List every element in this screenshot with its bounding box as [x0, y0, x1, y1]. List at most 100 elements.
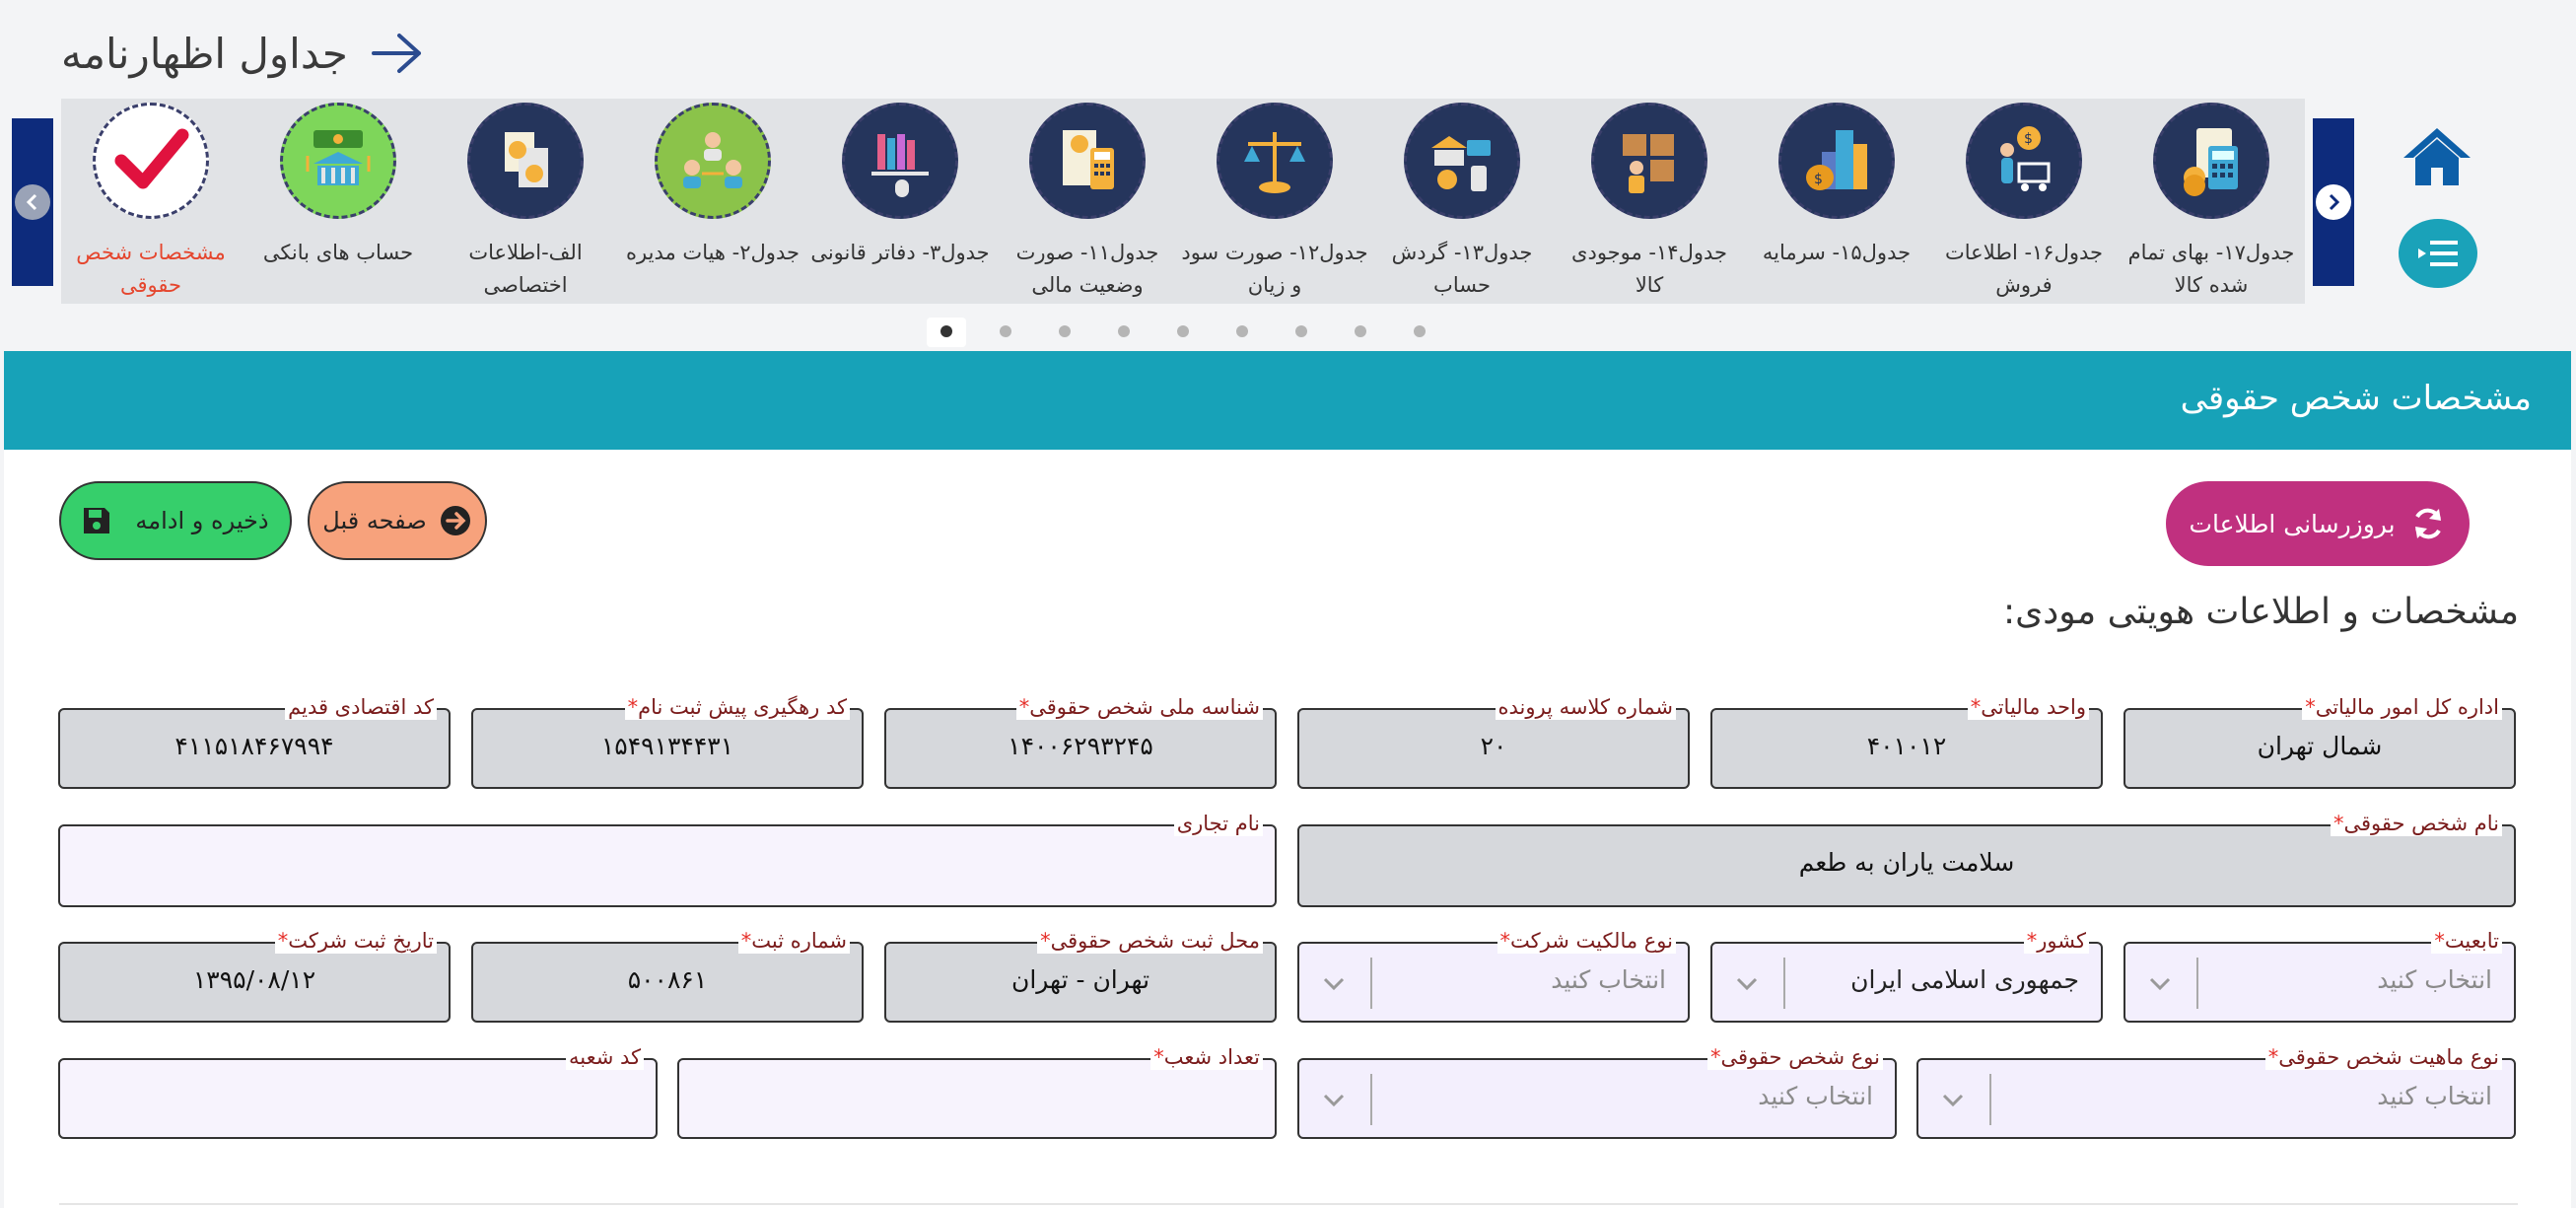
registration-date-label: تاریخ ثبت شرکت — [288, 929, 434, 953]
ownership-type-placeholder: انتخاب کنید — [1551, 965, 1666, 994]
page-dot[interactable] — [1177, 325, 1189, 337]
money-bag-building-icon: $ — [1778, 103, 1895, 219]
registration-date-field[interactable]: تاریخ ثبت شرکت* ۱۳۹۵/۰۸/۱۲ — [58, 928, 451, 1023]
entity-type-select[interactable]: نوع شخص حقوقی* انتخاب کنید — [1297, 1044, 1897, 1139]
tax-unit-field[interactable]: واحد مالیاتی* ۴۰۱۰۱۲ — [1710, 694, 2103, 789]
calculator-money-icon — [2153, 103, 2269, 219]
step-table-16[interactable]: $ جدول۱۶- اطلاعات فروش — [1930, 99, 2118, 304]
national-id-field[interactable]: شناسه ملی شخص حقوقی* ۱۴۰۰۶۲۹۳۲۴۵ — [884, 694, 1277, 789]
step-label: جدول۱۶- اطلاعات فروش — [1945, 241, 2103, 297]
country-value: جمهوری اسلامی ایران — [1850, 965, 2079, 994]
step-table-11[interactable]: جدول۱۱- صورت وضعیت مالی — [994, 99, 1181, 304]
trade-name-label: نام تجاری — [1176, 812, 1260, 835]
registration-place-field[interactable]: محل ثبت شخص حقوقی* تهران - تهران — [884, 928, 1277, 1023]
tax-unit-label: واحد مالیاتی — [1981, 695, 2086, 719]
step-legal-entity[interactable]: مشخصات شخص حقوقی — [57, 99, 244, 304]
nationality-placeholder: انتخاب کنید — [2377, 965, 2492, 994]
ownership-type-select[interactable]: نوع مالکیت شرکت* انتخاب کنید — [1297, 928, 1690, 1023]
tax-office-value: شمال تهران — [2257, 732, 2383, 760]
company-name-label: نام شخص حقوقی — [2343, 812, 2499, 835]
carousel-prev-button[interactable] — [12, 118, 53, 286]
chevron-left-icon — [26, 193, 37, 211]
previous-page-label: صفحه قبل — [322, 507, 427, 534]
page-dot[interactable] — [940, 325, 952, 337]
registration-number-field[interactable]: شماره ثبت* ۵۰۰۸۶۱ — [471, 928, 864, 1023]
nationality-label: تابعیت — [2444, 929, 2499, 953]
arrow-right-icon[interactable] — [370, 30, 425, 77]
branch-code-field[interactable]: کد شعبه — [58, 1044, 658, 1139]
step-label: جدول۱۱- صورت وضعیت مالی — [1015, 241, 1159, 297]
page-dot[interactable] — [1059, 325, 1071, 337]
page-dot[interactable] — [1000, 325, 1011, 337]
step-table-12[interactable]: جدول۱۲- صورت سود و زیان — [1181, 99, 1368, 304]
shopping-cart-icon: $ — [1966, 103, 2082, 219]
file-class-value: ۲۰ — [1480, 732, 1507, 760]
step-table-2[interactable]: جدول۲- هیات مدیره — [619, 99, 806, 304]
update-info-button[interactable]: بروزرسانی اطلاعات — [2166, 481, 2470, 566]
bank-account-icon — [280, 103, 396, 219]
file-class-field[interactable]: شماره کلاسه پرونده ۲۰ — [1297, 694, 1690, 789]
section-title: مشخصات و اطلاعات هویتی مودی: — [2002, 592, 2519, 632]
registration-place-label: محل ثبت شخص حقوقی — [1050, 929, 1260, 953]
financial-report-icon — [1029, 103, 1146, 219]
company-name-field[interactable]: نام شخص حقوقی* سلامت یاران به طعم — [1297, 811, 2516, 907]
tax-office-field[interactable]: اداره کل امور مالیاتی* شمال تهران — [2123, 694, 2516, 789]
save-continue-button[interactable]: ذخیره و ادامه — [59, 481, 292, 560]
tax-office-label: اداره کل امور مالیاتی — [2315, 695, 2499, 719]
step-label: مشخصات شخص حقوقی — [76, 241, 226, 297]
old-economic-code-label: کد اقتصادی قدیم — [288, 695, 434, 719]
page-dot[interactable] — [1414, 325, 1426, 337]
card-title: مشخصات شخص حقوقی — [2180, 379, 2532, 418]
branch-count-field[interactable]: تعداد شعب* — [677, 1044, 1277, 1139]
step-special-info[interactable]: الف-اطلاعات اختصاصی — [432, 99, 619, 304]
step-table-14[interactable]: جدول۱۴- موجودی کالا — [1556, 99, 1743, 304]
chevron-right-icon — [2329, 193, 2340, 211]
entity-type-placeholder: انتخاب کنید — [1758, 1082, 1873, 1110]
step-label: جدول۱۳- گردش حساب — [1391, 241, 1533, 297]
old-economic-code-field[interactable]: کد اقتصادی قدیم ۴۱۱۵۱۸۴۶۷۹۹۴ — [58, 694, 451, 789]
chevron-down-icon — [1942, 1094, 1964, 1107]
country-label: کشور — [2037, 929, 2086, 953]
company-name-value: سلامت یاران به طعم — [1798, 848, 2015, 877]
step-label: جدول۳- دفاتر قانونی — [810, 241, 990, 264]
file-class-label: شماره کلاسه پرونده — [1497, 695, 1673, 719]
step-table-15[interactable]: $ جدول۱۵- سرمایه — [1743, 99, 1930, 304]
bank-transactions-icon — [1404, 103, 1520, 219]
books-icon — [842, 103, 958, 219]
page-dot[interactable] — [1236, 325, 1248, 337]
tracking-code-field[interactable]: کد رهگیری پیش ثبت نام* ۱۵۴۹۱۳۴۴۳۱ — [471, 694, 864, 789]
arrow-circle-right-icon — [440, 506, 470, 535]
page-dot[interactable] — [1118, 325, 1130, 337]
home-icon[interactable] — [2402, 124, 2472, 189]
update-info-label: بروزرسانی اطلاعات — [2189, 509, 2396, 538]
card-header: مشخصات شخص حقوقی — [4, 351, 2571, 450]
national-id-value: ۱۴۰۰۶۲۹۳۲۴۵ — [1008, 732, 1153, 760]
divider — [59, 1203, 2518, 1205]
inventory-boxes-icon — [1591, 103, 1707, 219]
chevron-down-icon — [1323, 1094, 1345, 1107]
board-members-icon — [655, 103, 771, 219]
page-header: جداول اظهارنامه — [61, 22, 425, 85]
page-title: جداول اظهارنامه — [61, 29, 348, 78]
previous-page-button[interactable]: صفحه قبل — [308, 481, 487, 560]
trade-name-field[interactable]: نام تجاری — [58, 811, 1277, 907]
menu-list-button[interactable] — [2399, 219, 2477, 288]
ownership-type-label: نوع مالکیت شرکت — [1510, 929, 1673, 953]
carousel-pagination — [927, 318, 1439, 347]
entity-nature-select[interactable]: نوع ماهیت شخص حقوقی* انتخاب کنید — [1916, 1044, 2516, 1139]
registration-place-value: تهران - تهران — [1010, 965, 1150, 994]
carousel-steps: جدول۱۷- بهای تمام شده کالا $ جدول۱۶- اطل… — [61, 99, 2305, 304]
registration-number-label: شماره ثبت — [751, 929, 847, 953]
page-dot[interactable] — [1295, 325, 1307, 337]
step-table-13[interactable]: جدول۱۳- گردش حساب — [1368, 99, 1556, 304]
page-dot[interactable] — [1355, 325, 1366, 337]
carousel-next-button[interactable] — [2313, 118, 2354, 286]
step-bank-accounts[interactable]: حساب های بانکی — [244, 99, 432, 304]
registration-date-value: ۱۳۹۵/۰۸/۱۲ — [192, 965, 316, 994]
step-table-3[interactable]: جدول۳- دفاتر قانونی — [806, 99, 994, 304]
nationality-select[interactable]: تابعیت* انتخاب کنید — [2123, 928, 2516, 1023]
country-select[interactable]: کشور* جمهوری اسلامی ایران — [1710, 928, 2103, 1023]
step-label: جدول۱۷- بهای تمام شده کالا — [2127, 241, 2295, 297]
list-icon — [2418, 241, 2458, 266]
step-table-17[interactable]: جدول۱۷- بهای تمام شده کالا — [2118, 99, 2305, 304]
